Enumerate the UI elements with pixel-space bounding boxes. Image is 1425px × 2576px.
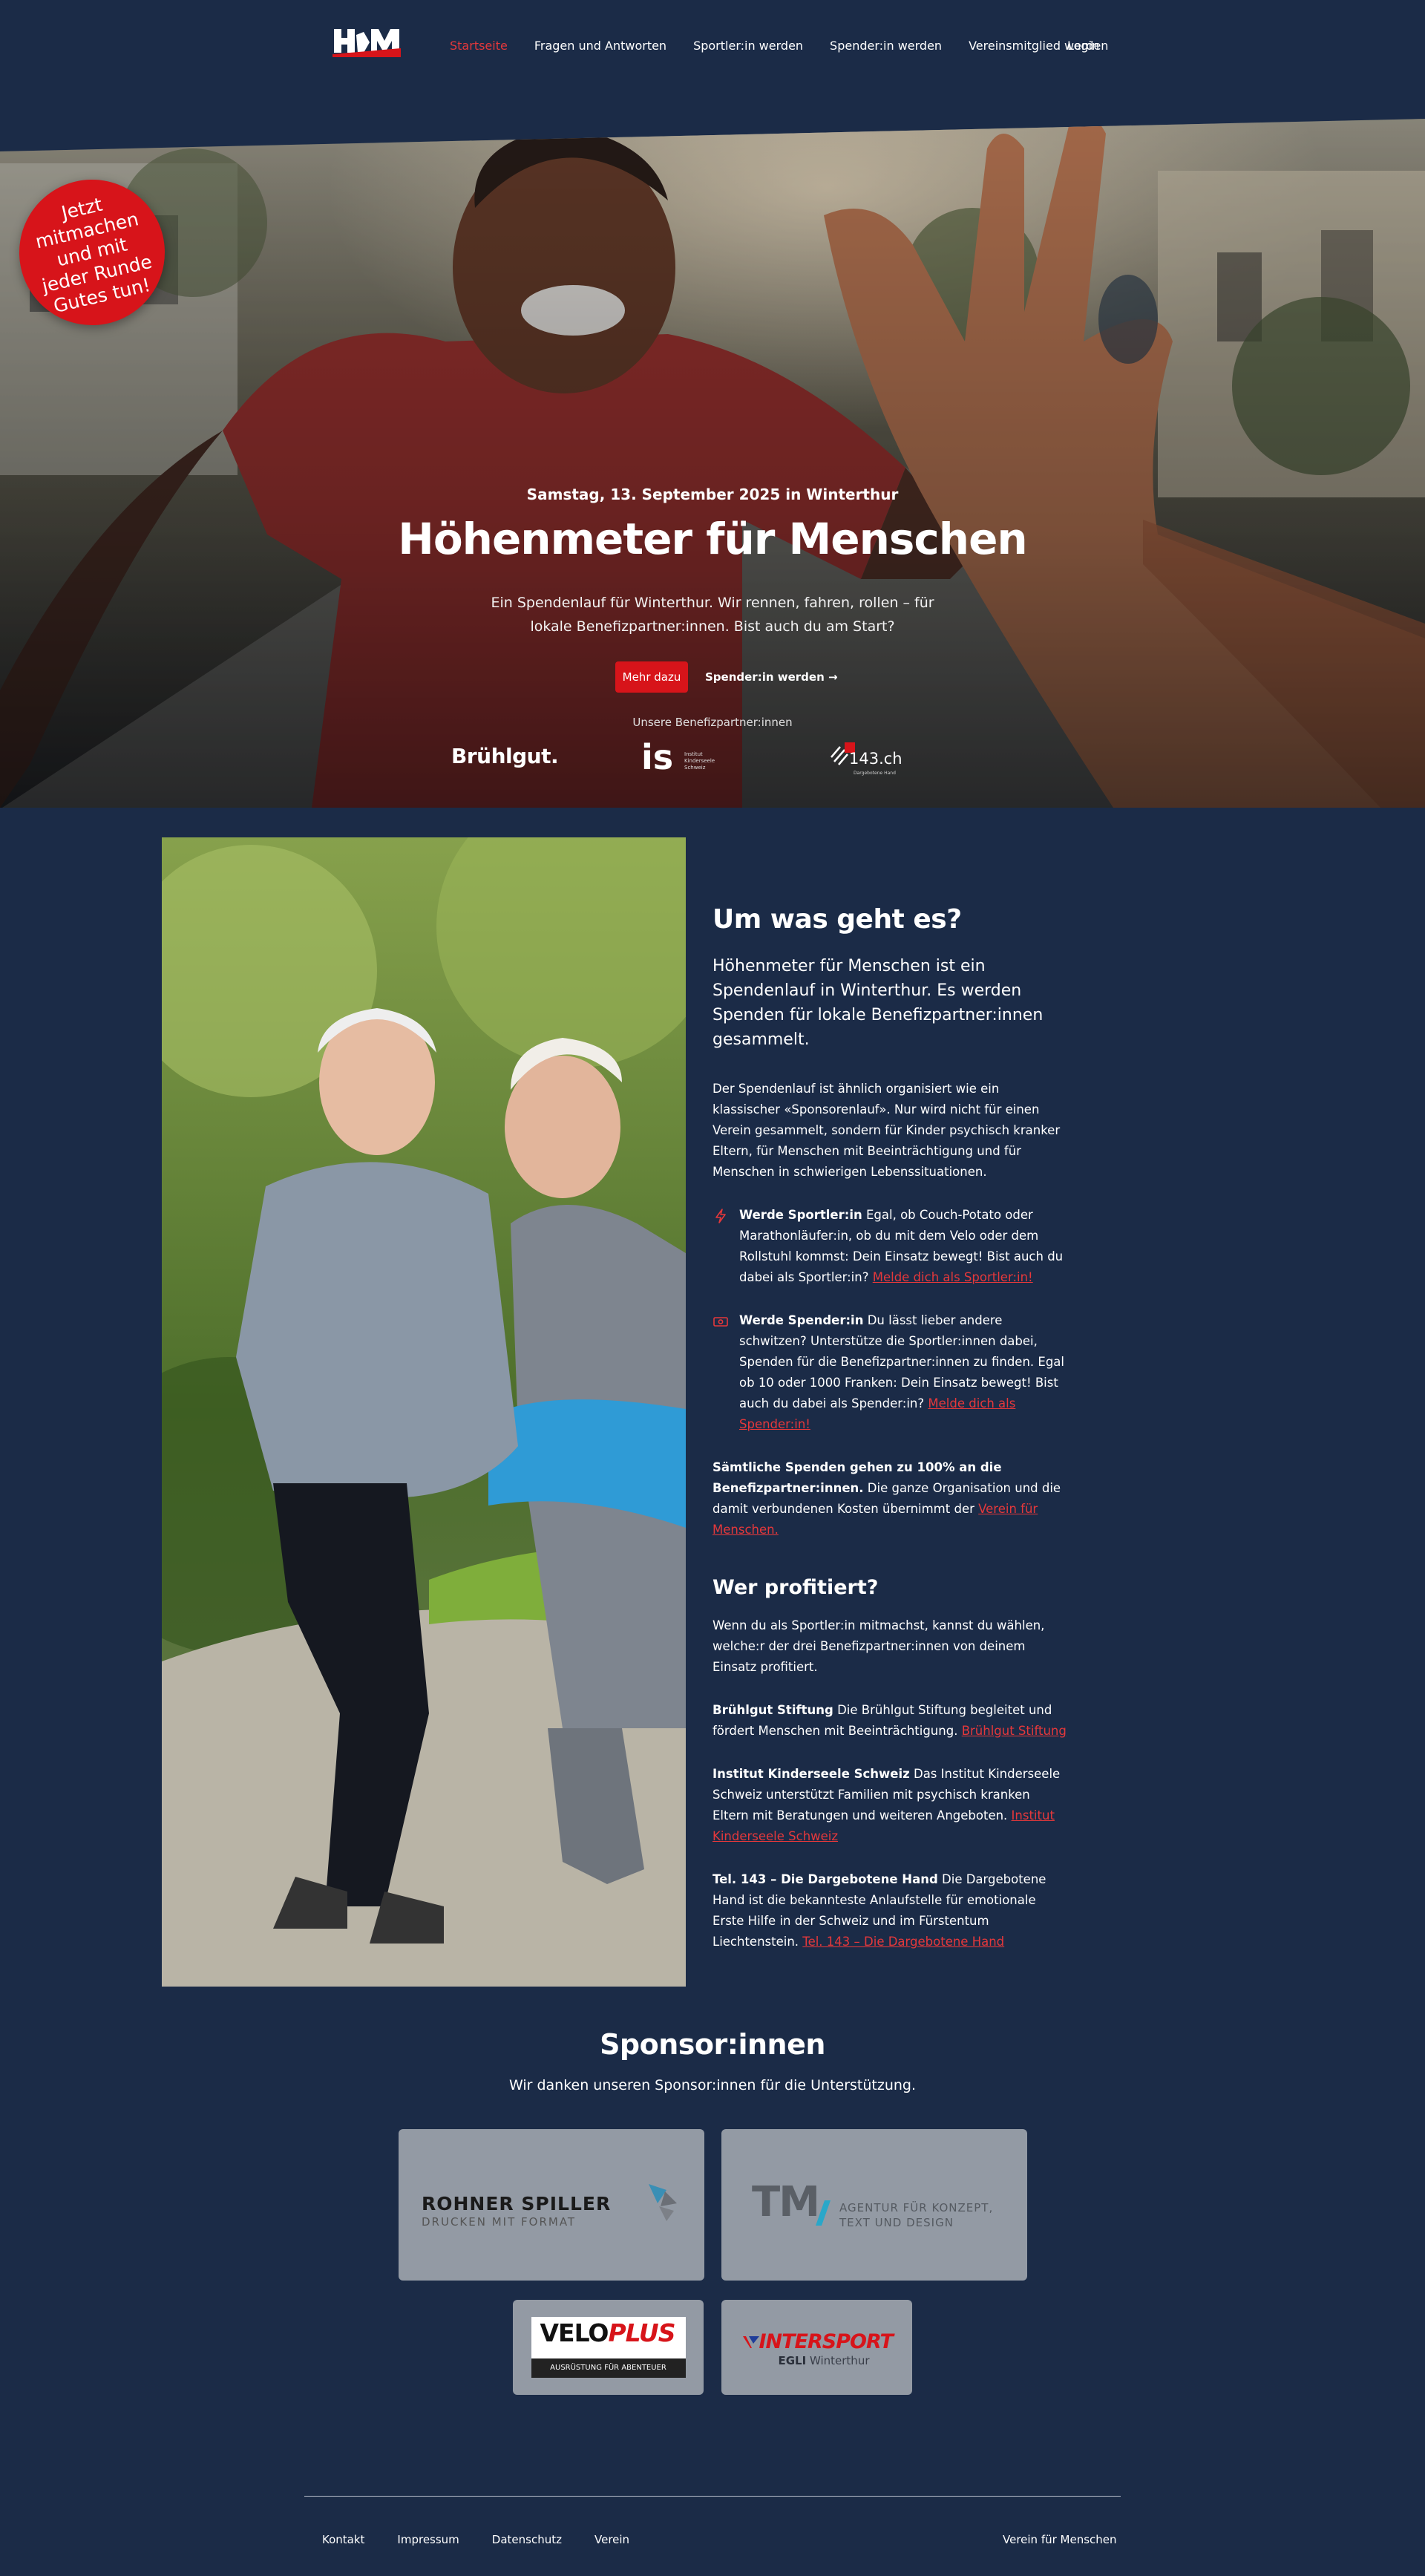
- top-navigation: Startseite Fragen und Antworten Sportler…: [0, 0, 1425, 97]
- sponsor-intersport[interactable]: INTERSPORT EGLI Winterthur: [721, 2300, 912, 2395]
- rohner-spiller-name: ROHNER SPILLER: [422, 2193, 612, 2214]
- footer-divider: [304, 2496, 1121, 2497]
- money-icon: [713, 1317, 728, 1327]
- veloplus-wordmark: VELOPLUS: [540, 2318, 676, 2347]
- footer-verein-link[interactable]: Verein für Menschen: [1003, 2533, 1117, 2546]
- intersport-branch: EGLI Winterthur: [779, 2354, 870, 2367]
- feature-sportler-title: Werde Sportler:in: [739, 1208, 862, 1222]
- rohner-spiller-tagline: DRUCKEN MIT FORMAT: [422, 2215, 577, 2229]
- sponsors-title: Sponsor:innen: [600, 2028, 825, 2061]
- hero-subtitle: Ein Spendenlauf für Winterthur. Wir renn…: [491, 595, 934, 635]
- event-date: Samstag, 13. September 2025 in Winterthu…: [526, 486, 899, 503]
- partners-label: Unsere Benefizpartner:innen: [632, 716, 793, 729]
- about-section: Um was geht es? Höhenmeter für Menschen …: [712, 904, 1069, 1975]
- sponsor-rohner-spiller[interactable]: ROHNER SPILLER DRUCKEN MIT FORMAT: [399, 2129, 704, 2281]
- main-menu: Startseite Fragen und Antworten Sportler…: [450, 39, 1135, 53]
- sponsors-subtitle: Wir danken unseren Sponsor:innen für die…: [508, 2077, 917, 2093]
- nav-item-spender[interactable]: Spender:in werden: [830, 39, 942, 53]
- dargebotene-hand-caption: Dargebotene Hand: [854, 771, 896, 776]
- feature-spender: Werde Spender:in Du lässt lieber andere …: [712, 1310, 1069, 1435]
- footer-link-verein[interactable]: Verein: [594, 2533, 629, 2546]
- veloplus-logo: VELOPLUS AUSRÜSTUNG FÜR ABENTEUER: [531, 2317, 686, 2378]
- intersport-branch-city: Winterthur: [806, 2354, 870, 2367]
- dargebotene-hand-logo[interactable]: 143.ch Dargebotene Hand: [828, 739, 902, 781]
- tm-tagline-line: TEXT UND DESIGN: [839, 2216, 954, 2229]
- tm-tagline: AGENTUR FÜR KONZEPT, TEXT UND DESIGN: [839, 2200, 993, 2230]
- about-title: Um was geht es?: [712, 904, 962, 935]
- footer-link-kontakt[interactable]: Kontakt: [322, 2533, 364, 2546]
- beneficiary-kinderseele: Institut Kinderseele Schweiz Das Institu…: [712, 1764, 1069, 1847]
- hero-title: Höhenmeter für Menschen: [398, 514, 1027, 564]
- beneficiary-bruhlgut: Brühlgut Stiftung Die Brühlgut Stiftung …: [712, 1700, 1069, 1742]
- beneficiary-143-title: Tel. 143 – Die Dargebotene Hand: [712, 1872, 938, 1886]
- about-paragraph: Der Spendenlauf ist ähnlich organisiert …: [712, 1082, 1061, 1179]
- kinderseele-logo-mark: is: [641, 737, 674, 777]
- beneficiary-kinderseele-title: Institut Kinderseele Schweiz: [712, 1767, 910, 1781]
- tm-slash-icon: [816, 2200, 831, 2226]
- who-benefits-intro: Wenn du als Sportler:in mitmachst, kanns…: [712, 1618, 1045, 1674]
- seniors-running-photo: [162, 837, 686, 1987]
- beneficiary-143: Tel. 143 – Die Dargebotene Hand Die Darg…: [712, 1869, 1069, 1952]
- rohner-spiller-logo: ROHNER SPILLER DRUCKEN MIT FORMAT: [422, 2175, 681, 2235]
- dargebotene-hand-number: 143.ch: [849, 750, 902, 768]
- nav-item-faq[interactable]: Fragen und Antworten: [534, 39, 666, 53]
- intersport-logo: INTERSPORT EGLI Winterthur: [742, 2329, 894, 2367]
- beneficiary-bruhlgut-title: Brühlgut Stiftung: [712, 1703, 833, 1717]
- feature-spender-title: Werde Spender:in: [739, 1313, 864, 1327]
- about-lead: Höhenmeter für Menschen ist ein Spendenl…: [712, 957, 1044, 1049]
- tm-tagline-line: AGENTUR FÜR KONZEPT,: [839, 2201, 994, 2214]
- intersport-icon: [742, 2336, 759, 2348]
- veloplus-velo: VELO: [540, 2318, 609, 2347]
- tm-logo-mark: TM: [752, 2178, 820, 2226]
- hero-photo: [0, 119, 1425, 808]
- kinderseele-logo-line: Schweiz: [684, 765, 706, 771]
- tm-logo: TM AGENTUR FÜR KONZEPT, TEXT UND DESIGN: [752, 2175, 997, 2235]
- spender-werden-link[interactable]: Spender:in werden →: [705, 670, 838, 684]
- footer-link-impressum[interactable]: Impressum: [397, 2533, 459, 2546]
- login-link[interactable]: Login: [1067, 39, 1099, 53]
- hfm-logo[interactable]: [331, 24, 402, 59]
- bruhlgut-logo[interactable]: Brühlgut.: [451, 744, 559, 768]
- mehr-dazu-button[interactable]: Mehr dazu: [615, 661, 688, 693]
- dargebotene-hand-link[interactable]: Tel. 143 – Die Dargebotene Hand: [802, 1935, 1004, 1949]
- lightning-icon: [715, 1209, 726, 1223]
- sponsor-veloplus[interactable]: VELOPLUS AUSRÜSTUNG FÜR ABENTEUER: [513, 2300, 704, 2395]
- kinderseele-logo[interactable]: is Institut Kinderseele Schweiz: [641, 737, 723, 781]
- footer-link-datenschutz[interactable]: Datenschutz: [492, 2533, 562, 2546]
- hero-section: Samstag, 13. September 2025 in Winterthu…: [0, 119, 1425, 808]
- nav-item-sportler[interactable]: Sportler:in werden: [693, 39, 803, 53]
- rohner-spiller-icon: [649, 2184, 677, 2221]
- feature-sportler: Werde Sportler:in Egal, ob Couch-Potato …: [712, 1205, 1069, 1288]
- nav-item-startseite[interactable]: Startseite: [450, 39, 508, 53]
- veloplus-plus: PLUS: [608, 2318, 676, 2347]
- donation-note: Sämtliche Spenden gehen zu 100% an die B…: [712, 1457, 1069, 1540]
- sportler-signup-link[interactable]: Melde dich als Sportler:in!: [873, 1270, 1033, 1284]
- intersport-branch-bold: EGLI: [778, 2354, 807, 2367]
- footer-links: Kontakt Impressum Datenschutz Verein: [322, 2533, 662, 2546]
- intersport-name: INTERSPORT: [759, 2330, 894, 2353]
- sponsor-tm-agentur[interactable]: TM AGENTUR FÜR KONZEPT, TEXT UND DESIGN: [721, 2129, 1027, 2281]
- kinderseele-logo-line: Institut: [684, 751, 703, 757]
- veloplus-tagline: AUSRÜSTUNG FÜR ABENTEUER: [531, 2358, 686, 2378]
- kinderseele-logo-text: Institut Kinderseele Schweiz: [684, 751, 715, 771]
- who-benefits-title: Wer profitiert?: [712, 1576, 879, 1599]
- kinderseele-logo-line: Kinderseele: [684, 758, 715, 764]
- bruhlgut-link[interactable]: Brühlgut Stiftung: [962, 1724, 1067, 1738]
